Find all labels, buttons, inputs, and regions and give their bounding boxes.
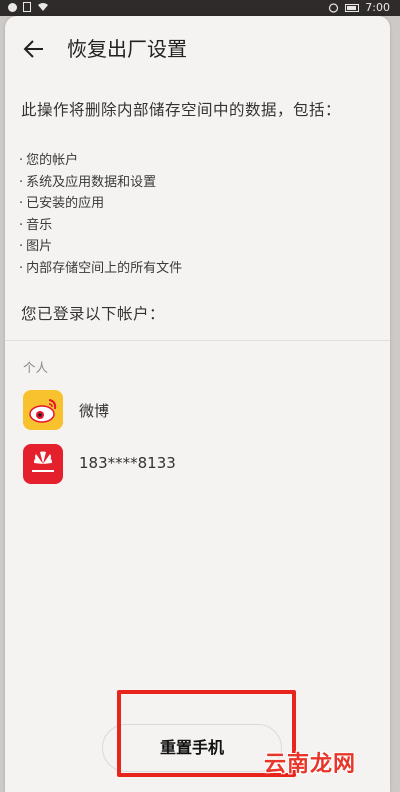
list-item: 您的帐户 — [19, 150, 182, 172]
sim-icon — [23, 2, 31, 12]
reset-screen: 恢复出厂设置 此操作将删除内部储存空间中的数据，包括： 您的帐户 系统及应用数据… — [5, 16, 390, 792]
list-item: 已安装的应用 — [19, 193, 182, 215]
list-item: 系统及应用数据和设置 — [19, 172, 182, 194]
account-name: 183****8133 — [79, 454, 176, 472]
account-row-huawei[interactable]: 183****8133 — [23, 444, 363, 484]
status-time: 7:00 — [365, 1, 390, 14]
list-item: 音乐 — [19, 215, 182, 237]
divider — [5, 340, 390, 341]
huawei-icon — [23, 444, 63, 484]
section-label: 个人 — [23, 360, 49, 375]
header: 恢复出厂设置 — [5, 36, 390, 66]
weibo-icon — [23, 390, 63, 430]
account-name: 微博 — [79, 402, 110, 420]
account-row-weibo[interactable]: 微博 — [23, 390, 363, 430]
list-item: 内部存储空间上的所有文件 — [19, 258, 182, 280]
intro-text: 此操作将删除内部储存空间中的数据，包括： — [21, 101, 342, 119]
status-icons-right: 7:00 — [328, 1, 390, 14]
wifi-icon — [38, 3, 48, 11]
list-item: 图片 — [19, 236, 182, 258]
battery-icon — [345, 3, 360, 12]
status-icons-left — [8, 2, 49, 12]
back-arrow-icon[interactable] — [21, 36, 47, 62]
page-title: 恢复出厂设置 — [67, 37, 187, 61]
logged-in-label: 您已登录以下帐户： — [21, 305, 166, 323]
watermark: 云南龙网 — [264, 752, 357, 777]
data-list: 您的帐户 系统及应用数据和设置 已安装的应用 音乐 图片 内部存储空间上的所有文… — [19, 150, 182, 279]
status-bar: 7:00 — [0, 0, 400, 16]
notification-icon — [8, 2, 17, 12]
alarm-icon — [329, 3, 339, 13]
